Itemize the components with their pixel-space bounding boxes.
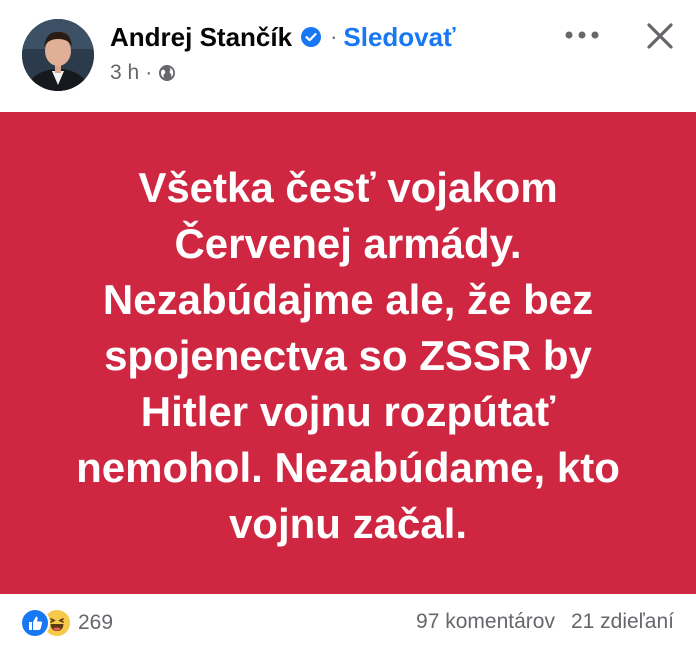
close-button[interactable] <box>640 16 680 56</box>
shares-count-link[interactable]: 21 zdieľaní <box>571 610 674 634</box>
avatar[interactable] <box>22 19 94 91</box>
post-footer: 269 97 komentárov 21 zdieľaní <box>0 594 696 645</box>
separator-dot: · <box>330 24 338 49</box>
engagement-stats: 97 komentárov 21 zdieľaní <box>416 610 674 634</box>
verified-badge-icon <box>300 26 322 48</box>
meta-separator: · <box>145 61 153 84</box>
more-options-button[interactable] <box>560 20 604 50</box>
post-text: Všetka česť vojakom Červenej armády. Nez… <box>76 164 620 547</box>
author-row: Andrej Stančík · Sledovať <box>110 20 456 54</box>
reaction-count: 269 <box>78 611 114 634</box>
follow-button[interactable]: Sledovať <box>343 22 455 53</box>
post-header: Andrej Stančík · Sledovať 3 h · <box>0 0 696 112</box>
comments-count-link[interactable]: 97 komentárov <box>416 610 555 634</box>
author-name[interactable]: Andrej Stančík <box>110 22 292 53</box>
like-icon <box>20 608 50 638</box>
reactions-summary[interactable]: 269 <box>20 608 113 638</box>
post-meta: 3 h · <box>110 60 176 86</box>
post-timestamp[interactable]: 3 h <box>110 61 139 85</box>
post-background-card: Všetka česť vojakom Červenej armády. Nez… <box>0 112 696 594</box>
close-icon <box>647 23 673 49</box>
more-options-icon <box>565 31 599 39</box>
globe-icon[interactable] <box>158 64 176 82</box>
